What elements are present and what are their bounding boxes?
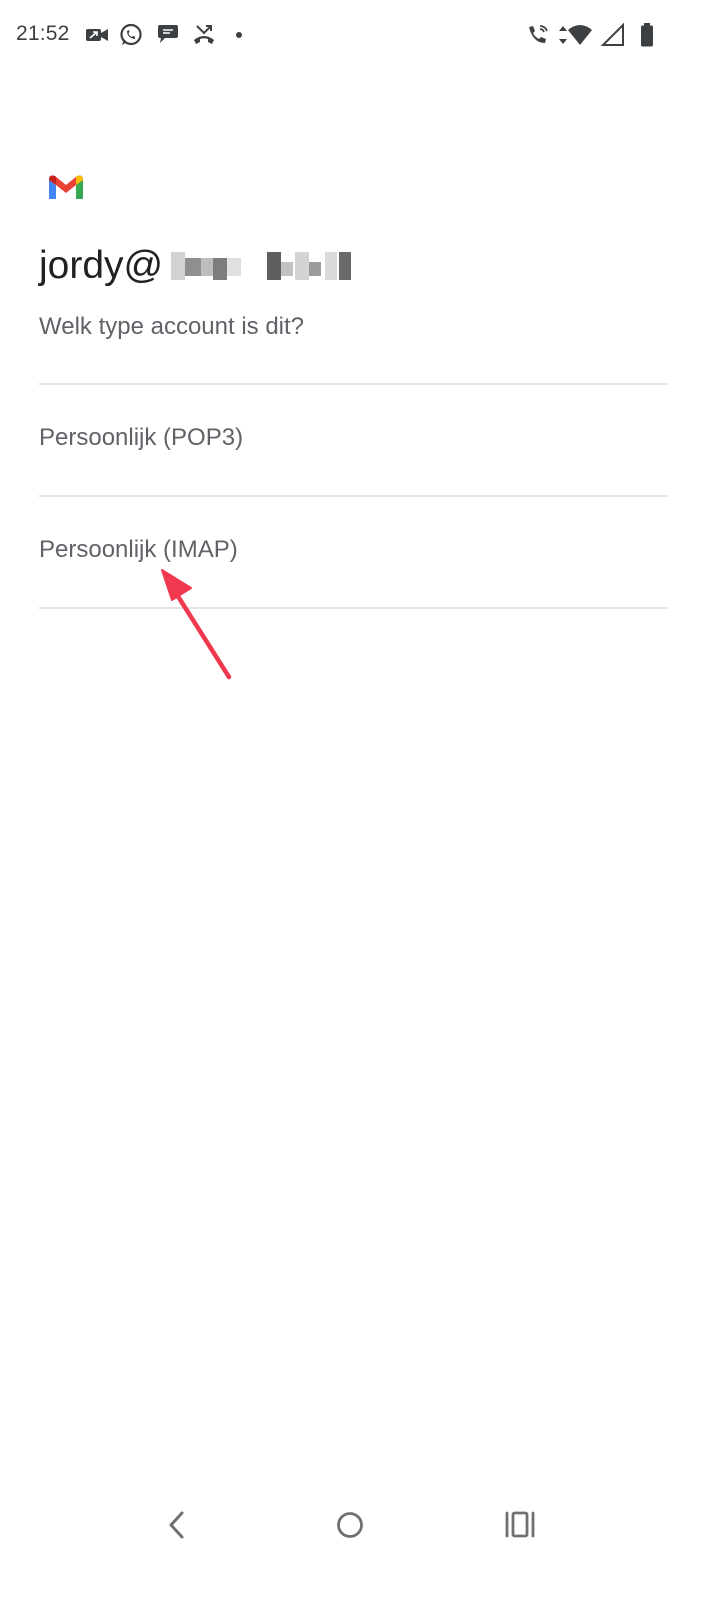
wifi-calling-icon <box>525 22 551 48</box>
cell-signal-icon <box>601 22 627 48</box>
wifi-icon <box>567 22 593 48</box>
option-imap[interactable]: Persoonlijk (IMAP) <box>0 498 720 608</box>
back-icon[interactable] <box>152 1500 202 1550</box>
email-prefix: jordy@ <box>39 244 164 287</box>
divider <box>39 495 667 497</box>
notification-dot-icon <box>227 22 253 48</box>
divider <box>39 607 667 609</box>
divider <box>39 383 667 385</box>
battery-icon <box>636 22 658 48</box>
status-time: 21:52 <box>16 22 70 45</box>
account-type-question: Welk type account is dit? <box>39 313 305 340</box>
account-email: jordy@ <box>39 244 361 288</box>
recents-icon[interactable] <box>495 1500 545 1550</box>
missed-call-icon <box>191 22 217 48</box>
chat-bubble-icon <box>155 22 181 48</box>
video-call-icon <box>84 22 110 48</box>
option-pop3[interactable]: Persoonlijk (POP3) <box>0 386 720 496</box>
redacted-domain <box>167 252 361 280</box>
option-pop3-label: Persoonlijk (POP3) <box>39 424 244 451</box>
home-icon[interactable] <box>325 1500 375 1550</box>
gmail-logo-icon <box>46 172 86 202</box>
red-arrow-icon <box>150 560 250 690</box>
navigation-bar <box>0 1490 720 1560</box>
status-bar: 21:52 <box>0 0 720 72</box>
whatsapp-icon <box>118 22 144 48</box>
